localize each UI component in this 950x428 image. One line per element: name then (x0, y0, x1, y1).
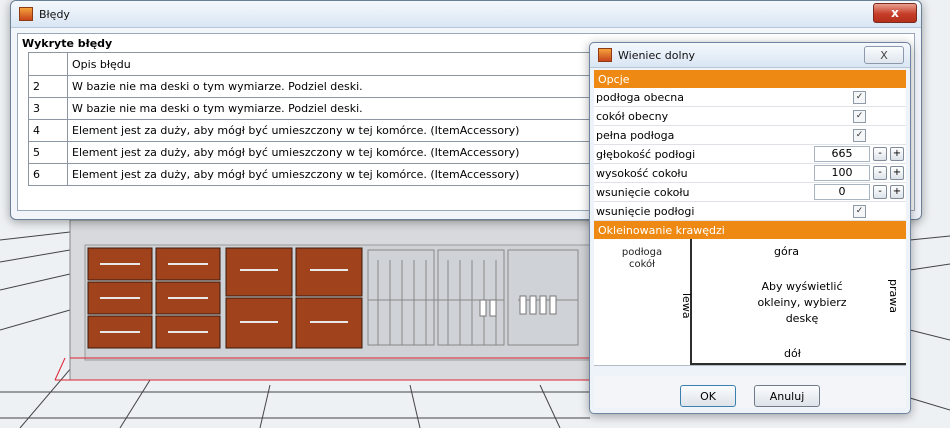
errors-titlebar[interactable]: Błędy (11, 1, 921, 28)
prop-row: wysokość cokołu 100 - + (594, 164, 906, 183)
wieniec-titlebar[interactable]: Wieniec dolny (590, 43, 910, 68)
edge-hint-text: Aby wyświetlić okleiny, wybierz deskę (757, 280, 847, 325)
window-title: Błędy (39, 7, 70, 21)
close-button[interactable]: X (864, 46, 904, 64)
wieniec-dolny-window[interactable]: Wieniec dolny X Opcje podłoga obecna ✓ c… (589, 42, 911, 414)
prop-row: wsunięcie podłogi ✓ (594, 202, 906, 221)
plinth-height-input[interactable]: 100 (814, 165, 870, 181)
close-icon: x (891, 6, 899, 20)
ok-button[interactable]: OK (680, 385, 736, 407)
prop-row: głębokość podłogi 665 - + (594, 145, 906, 164)
row-number: 4 (28, 119, 68, 142)
plinth-present-checkbox[interactable]: ✓ (853, 109, 866, 123)
edge-banding-panel: podłoga cokół góra lewa prawa Aby wyświe… (594, 239, 906, 366)
board-list-item[interactable]: podłoga (594, 247, 690, 259)
edge-bottom-label[interactable]: dół (784, 347, 801, 360)
prop-label: cokół obecny (596, 109, 669, 123)
close-button[interactable]: x (873, 3, 917, 23)
floor-present-checkbox[interactable]: ✓ (853, 90, 866, 104)
prop-label: wsunięcie podłogi (596, 204, 695, 218)
edge-bottom-line (690, 363, 906, 365)
increment-button[interactable]: + (890, 166, 904, 180)
prop-row: wsunięcie cokołu 0 - + (594, 183, 906, 202)
row-number: 2 (28, 75, 68, 98)
header-num-cell (28, 52, 68, 76)
window-title: Wieniec dolny (618, 48, 696, 62)
prop-label: wysokość cokołu (596, 166, 688, 180)
prop-label: wsunięcie cokołu (596, 185, 690, 199)
decrement-button[interactable]: - (873, 147, 887, 161)
app-icon (598, 48, 612, 62)
prop-row: cokół obecny ✓ (594, 107, 906, 126)
edge-top-label[interactable]: góra (774, 245, 799, 258)
dialog-button-bar: OK Anuluj (594, 376, 906, 408)
prop-row: podłoga obecna ✓ (594, 88, 906, 107)
close-icon: X (880, 48, 888, 62)
increment-button[interactable]: + (890, 185, 904, 199)
prop-row: pełna podłoga ✓ (594, 126, 906, 145)
row-number: 6 (28, 163, 68, 186)
row-number: 5 (28, 141, 68, 164)
floor-depth-input[interactable]: 665 (814, 146, 870, 162)
board-list[interactable]: podłoga cokół (594, 239, 692, 365)
options-grid: podłoga obecna ✓ cokół obecny ✓ pełna po… (594, 88, 906, 221)
row-number: 3 (28, 97, 68, 120)
prop-label: głębokość podłogi (596, 147, 696, 161)
prop-label: podłoga obecna (596, 90, 685, 104)
prop-label: pełna podłoga (596, 128, 675, 142)
edge-left-label[interactable]: lewa (680, 293, 693, 319)
increment-button[interactable]: + (890, 147, 904, 161)
cancel-button[interactable]: Anuluj (754, 385, 820, 407)
edges-section-header[interactable]: Okleinowanie krawędzi (594, 221, 906, 239)
decrement-button[interactable]: - (873, 166, 887, 180)
edge-right-label[interactable]: prawa (887, 279, 900, 313)
floor-inset-checkbox[interactable]: ✓ (853, 204, 866, 218)
plinth-inset-input[interactable]: 0 (814, 184, 870, 200)
options-section-header[interactable]: Opcje (594, 70, 906, 88)
decrement-button[interactable]: - (873, 185, 887, 199)
board-list-item[interactable]: cokół (594, 259, 690, 271)
app-icon (19, 7, 33, 21)
full-floor-checkbox[interactable]: ✓ (853, 128, 866, 142)
